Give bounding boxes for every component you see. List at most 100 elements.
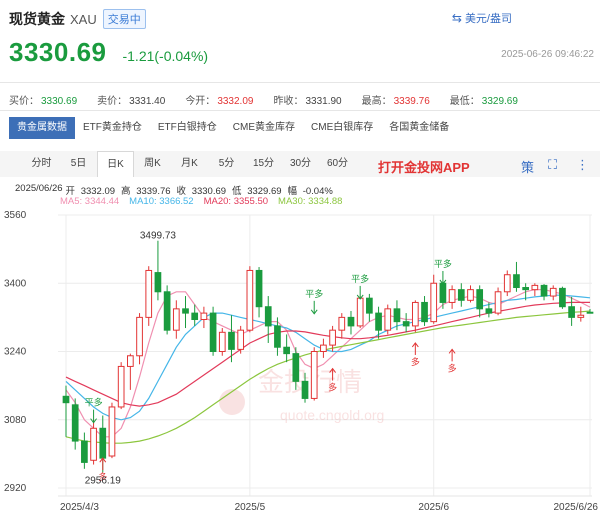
candle-body	[154, 272, 162, 293]
candle	[531, 283, 539, 297]
quote-item: 昨收： 3331.90	[273, 92, 341, 107]
period-item[interactable]: 周K	[134, 151, 171, 177]
watermark-cn: 金投行情	[258, 368, 362, 398]
candles	[62, 240, 594, 473]
candle-body	[568, 306, 575, 318]
tab-item[interactable]: CME白银库存	[303, 117, 381, 139]
candle-body	[494, 291, 502, 314]
open-app-link[interactable]: 打开金投网APP	[378, 157, 470, 176]
quote-value: 3331.90	[305, 96, 342, 107]
candle-body	[320, 344, 327, 352]
quote-value: 3330.69	[41, 96, 78, 107]
candle-body	[448, 289, 456, 303]
candle	[559, 286, 566, 309]
candle-body	[163, 291, 171, 331]
candle	[384, 304, 392, 335]
candle	[154, 240, 162, 301]
period-item[interactable]: 60分	[319, 151, 356, 177]
candle-body	[513, 274, 520, 289]
period-item[interactable]: 日K	[97, 151, 134, 177]
candle	[347, 310, 355, 335]
divider	[0, 110, 600, 111]
candle-body	[577, 314, 585, 318]
candle	[71, 398, 79, 450]
signal-label: 多	[328, 382, 337, 394]
signal-label: 平多	[434, 258, 452, 270]
period-item[interactable]: 月K	[171, 151, 208, 177]
period-item[interactable]: 5日	[60, 151, 97, 177]
tab-item[interactable]: 各国黄金储备	[381, 117, 457, 139]
unit-switch[interactable]: ⇆ 美元/盎司	[452, 10, 512, 26]
candle	[237, 325, 245, 354]
candle	[310, 347, 318, 401]
quote-label: 今开：	[185, 96, 216, 107]
unit-label: 美元/盎司	[464, 13, 512, 25]
quote-item: 最高： 3339.76	[362, 92, 430, 107]
candle	[356, 296, 364, 329]
x-tick-label: 2025/5	[235, 502, 266, 513]
period-item[interactable]: 15分	[245, 151, 282, 177]
period-item[interactable]: 分时	[23, 151, 60, 177]
candle	[127, 353, 134, 390]
signal-label: 平多	[351, 273, 369, 285]
kline-chart[interactable]: 金投行情 quote.cngold.org 平多多平多多平多多平多多 3499.…	[0, 205, 600, 515]
quote-value: 3329.69	[481, 96, 518, 107]
watermark-text: quote.cngold.org	[280, 407, 384, 423]
candle	[117, 362, 125, 410]
candle	[467, 285, 474, 303]
candle	[439, 281, 447, 309]
candle-body	[476, 289, 484, 310]
candle	[540, 284, 548, 301]
candle-body	[81, 440, 88, 463]
candle	[411, 300, 419, 333]
candle-body	[356, 297, 364, 327]
candle-body	[228, 331, 235, 350]
signal-close-long: 平多	[85, 397, 103, 424]
candle-body	[99, 427, 107, 459]
quote-value: 3331.40	[129, 96, 166, 107]
quote-label: 买价：	[9, 96, 39, 107]
candle-body	[117, 365, 125, 408]
tab-item[interactable]: CME黄金库存	[225, 117, 303, 139]
candle-body	[430, 282, 438, 323]
candle-body	[531, 284, 539, 291]
data-tabs: 贵金属数据 ETF黄金持仓 ETF白银持仓 CME黄金库存 CME白银库存 各国黄金储备	[9, 117, 457, 139]
candle	[448, 285, 456, 309]
candle-body	[283, 346, 290, 355]
signal-buy: 多	[448, 348, 457, 374]
candle-body	[540, 284, 548, 297]
annotation-low: 2956.19	[85, 476, 122, 487]
quote-label: 卖价：	[97, 96, 128, 107]
candle	[209, 306, 217, 356]
y-tick-label: 3240	[4, 347, 27, 358]
candle	[494, 287, 502, 316]
candle	[218, 328, 226, 356]
more-icon[interactable]: ⋮	[576, 157, 589, 173]
candle	[366, 293, 373, 322]
period-item[interactable]: 30分	[282, 151, 319, 177]
candle-body	[485, 308, 493, 314]
tab-item[interactable]: 贵金属数据	[9, 117, 75, 139]
candle	[246, 266, 254, 333]
candle	[430, 274, 438, 324]
last-price: 3330.69	[9, 37, 107, 67]
candle-body	[439, 282, 447, 303]
candle	[283, 334, 290, 363]
candle-body	[421, 301, 428, 323]
candle-body	[338, 316, 346, 331]
signal-close-long: 平多	[434, 258, 452, 285]
candle-body	[549, 287, 557, 297]
period-item[interactable]: 5分	[208, 151, 245, 177]
price-row: 3330.69 -1.21(-0.04%)	[9, 37, 208, 68]
ohlc-date: 2025/06/26	[15, 183, 63, 194]
fullscreen-icon[interactable]: ⛶	[548, 157, 557, 173]
quote-value: 3339.76	[393, 96, 430, 107]
strategy-icon[interactable]: 策	[521, 157, 534, 176]
y-tick-label: 3080	[4, 415, 27, 426]
candle	[568, 296, 575, 326]
candle-body	[393, 308, 401, 323]
tab-item[interactable]: ETF黄金持仓	[75, 117, 150, 139]
candle	[421, 296, 428, 326]
tab-item[interactable]: ETF白银持仓	[150, 117, 225, 139]
candle-body	[467, 289, 474, 301]
